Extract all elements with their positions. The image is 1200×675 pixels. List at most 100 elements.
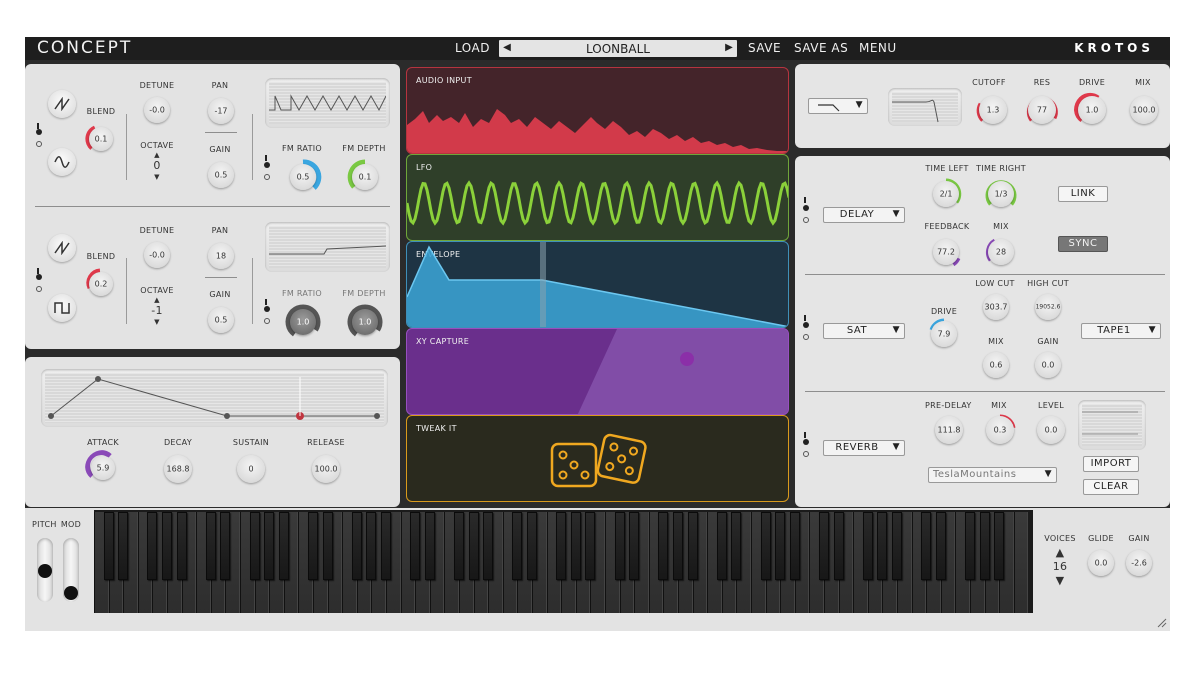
high-cut-knob[interactable]: 19052.6 bbox=[1035, 294, 1061, 320]
mod-wheel-knob[interactable] bbox=[64, 586, 78, 600]
audio-input-module[interactable]: AUDIO INPUT bbox=[406, 67, 789, 154]
reverb-type-dropdown[interactable]: REVERB ▼ bbox=[823, 440, 905, 456]
black-key[interactable] bbox=[687, 512, 698, 580]
black-key[interactable] bbox=[935, 512, 946, 580]
filter-drive-knob[interactable]: 1.0 bbox=[1078, 96, 1106, 124]
black-key[interactable] bbox=[366, 512, 377, 580]
osc1-selector-dot-on[interactable] bbox=[36, 129, 42, 135]
low-cut-knob[interactable]: 303.7 bbox=[983, 294, 1009, 320]
black-key[interactable] bbox=[264, 512, 275, 580]
osc1-fm-dot-off[interactable] bbox=[264, 174, 270, 180]
black-key[interactable] bbox=[979, 512, 990, 580]
osc2-selector-dot-off[interactable] bbox=[36, 286, 42, 292]
amp-envelope-graph[interactable] bbox=[41, 369, 388, 427]
pitch-wheel-knob[interactable] bbox=[38, 564, 52, 578]
osc2-fm-depth-knob[interactable]: 1.0 bbox=[352, 309, 378, 335]
tweak-it-module[interactable]: TWEAK IT bbox=[406, 415, 789, 502]
link-button[interactable]: LINK bbox=[1058, 186, 1108, 202]
piano-keyboard[interactable] bbox=[94, 510, 1033, 613]
osc1-pan-knob[interactable]: -17 bbox=[208, 98, 234, 124]
osc1-fm-dot-on[interactable] bbox=[264, 162, 270, 168]
delay-type-dropdown[interactable]: DELAY ▼ bbox=[823, 207, 905, 223]
preset-selector[interactable]: ◀ LOONBALL ▶ bbox=[499, 40, 737, 57]
octave-down-icon[interactable]: ▼ bbox=[150, 173, 164, 181]
voices-up-icon[interactable]: ▲ bbox=[1052, 546, 1068, 559]
white-key[interactable] bbox=[1013, 512, 1029, 613]
osc2-fm-ratio-knob[interactable]: 1.0 bbox=[290, 309, 316, 335]
dice-icon[interactable] bbox=[548, 430, 648, 490]
save-button[interactable]: SAVE bbox=[748, 41, 781, 55]
black-key[interactable] bbox=[629, 512, 640, 580]
filter-mix-knob[interactable]: 100.0 bbox=[1130, 96, 1158, 124]
black-key[interactable] bbox=[147, 512, 158, 580]
octave-down-icon[interactable]: ▼ bbox=[150, 318, 164, 326]
black-key[interactable] bbox=[381, 512, 391, 580]
osc1-sine-wave-button[interactable] bbox=[48, 148, 76, 176]
sync-button[interactable]: SYNC bbox=[1058, 236, 1108, 252]
master-gain-knob[interactable]: -2.6 bbox=[1126, 550, 1152, 576]
delay-dot-off[interactable] bbox=[803, 217, 809, 223]
xy-capture-module[interactable]: XY CAPTURE bbox=[406, 328, 789, 415]
pre-delay-knob[interactable]: 111.8 bbox=[935, 416, 963, 444]
black-key[interactable] bbox=[351, 512, 362, 580]
black-key[interactable] bbox=[789, 512, 800, 580]
attack-knob[interactable]: 5.9 bbox=[91, 456, 115, 480]
prev-preset-icon[interactable]: ◀ bbox=[501, 42, 513, 53]
reverb-mix-knob[interactable]: 0.3 bbox=[986, 416, 1014, 444]
black-key[interactable] bbox=[819, 512, 829, 580]
black-key[interactable] bbox=[862, 512, 873, 580]
black-key[interactable] bbox=[176, 512, 187, 580]
next-preset-icon[interactable]: ▶ bbox=[723, 42, 735, 53]
osc1-fm-depth-knob[interactable]: 0.1 bbox=[352, 164, 378, 190]
octave-up-icon[interactable]: ▲ bbox=[150, 151, 164, 159]
time-right-knob[interactable]: 1/3 bbox=[988, 181, 1014, 207]
black-key[interactable] bbox=[278, 512, 289, 580]
osc2-selector-dot-on[interactable] bbox=[36, 274, 42, 280]
clear-button[interactable]: CLEAR bbox=[1083, 479, 1139, 495]
black-key[interactable] bbox=[118, 512, 129, 580]
black-key[interactable] bbox=[775, 512, 786, 580]
black-key[interactable] bbox=[833, 512, 844, 580]
black-key[interactable] bbox=[454, 512, 464, 580]
black-key[interactable] bbox=[965, 512, 975, 580]
pitch-wheel[interactable] bbox=[37, 538, 53, 602]
filter-res-knob[interactable]: 77 bbox=[1028, 96, 1056, 124]
black-key[interactable] bbox=[512, 512, 523, 580]
osc2-fm-dot-on[interactable] bbox=[264, 306, 270, 312]
osc1-selector-dot-off[interactable] bbox=[36, 141, 42, 147]
black-key[interactable] bbox=[921, 512, 932, 580]
osc2-fm-dot-off[interactable] bbox=[264, 318, 270, 324]
black-key[interactable] bbox=[424, 512, 435, 580]
black-key[interactable] bbox=[483, 512, 494, 580]
black-key[interactable] bbox=[731, 512, 742, 580]
filter-cutoff-knob[interactable]: 1.3 bbox=[979, 96, 1007, 124]
osc2-saw-wave-button[interactable] bbox=[48, 234, 76, 262]
sat-dot-off[interactable] bbox=[803, 334, 809, 340]
resize-handle-icon[interactable] bbox=[1157, 618, 1167, 628]
sat-gain-knob[interactable]: 0.0 bbox=[1035, 352, 1061, 378]
black-key[interactable] bbox=[220, 512, 231, 580]
osc1-saw-wave-button[interactable] bbox=[48, 90, 76, 118]
osc2-square-wave-button[interactable] bbox=[48, 294, 76, 322]
reverb-dot-off[interactable] bbox=[803, 451, 809, 457]
osc2-blend-knob[interactable]: 0.2 bbox=[89, 272, 113, 296]
black-key[interactable] bbox=[614, 512, 625, 580]
osc2-pan-knob[interactable]: 18 bbox=[208, 243, 234, 269]
black-key[interactable] bbox=[760, 512, 771, 580]
load-button[interactable]: LOAD bbox=[455, 41, 490, 55]
xy-pad[interactable] bbox=[407, 329, 789, 415]
glide-knob[interactable]: 0.0 bbox=[1088, 550, 1114, 576]
osc2-gain-knob[interactable]: 0.5 bbox=[208, 307, 234, 333]
black-key[interactable] bbox=[249, 512, 260, 580]
black-key[interactable] bbox=[556, 512, 567, 580]
delay-dot-on[interactable] bbox=[803, 205, 809, 211]
sat-mode-dropdown[interactable]: TAPE1 ▼ bbox=[1081, 323, 1161, 339]
save-as-button[interactable]: SAVE AS bbox=[794, 41, 848, 55]
black-key[interactable] bbox=[994, 512, 1005, 580]
sat-mix-knob[interactable]: 0.6 bbox=[983, 352, 1009, 378]
time-left-knob[interactable]: 2/1 bbox=[933, 181, 959, 207]
osc1-gain-knob[interactable]: 0.5 bbox=[208, 162, 234, 188]
impulse-dropdown[interactable]: TeslaMountains ▼ bbox=[928, 467, 1057, 483]
menu-button[interactable]: MENU bbox=[859, 41, 897, 55]
sat-dot-on[interactable] bbox=[803, 322, 809, 328]
